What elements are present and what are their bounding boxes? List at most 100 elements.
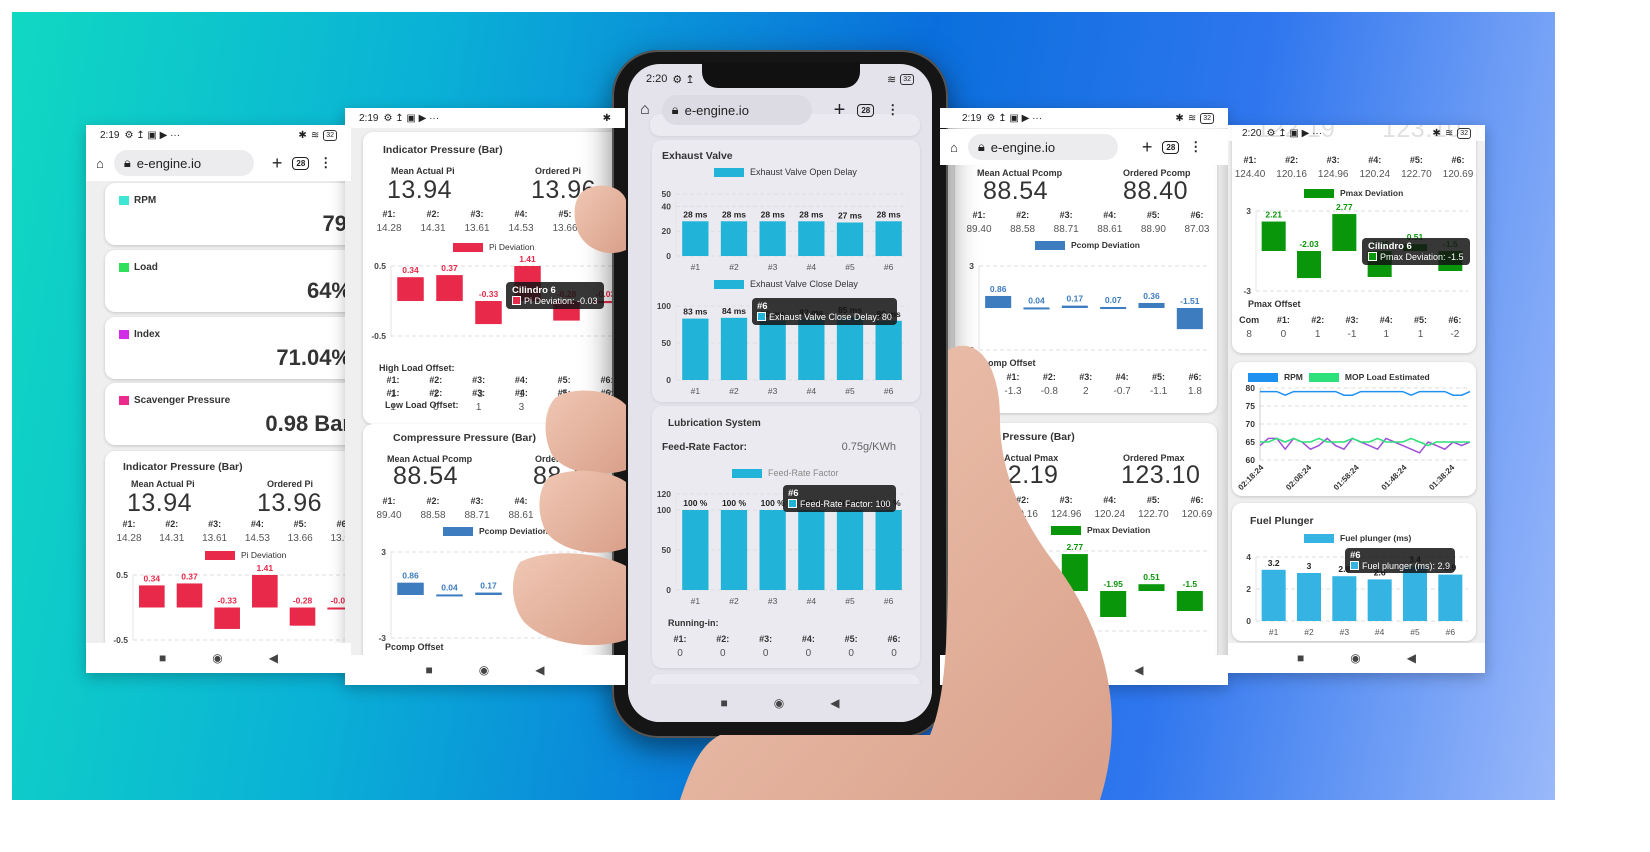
cylinder-value: 0 bbox=[433, 402, 439, 413]
bar-value-label: -1.5 bbox=[1183, 579, 1198, 589]
bar bbox=[1296, 251, 1322, 279]
back-button[interactable]: ◀ bbox=[1407, 651, 1416, 665]
cylinder-item: #6: 87.03 bbox=[1179, 210, 1215, 235]
new-tab-icon[interactable]: + bbox=[272, 153, 283, 174]
home-icon[interactable]: ⌂ bbox=[96, 156, 104, 171]
menu-icon[interactable]: ⋮ bbox=[1189, 139, 1202, 155]
home-button[interactable]: ◉ bbox=[479, 663, 489, 677]
back-button[interactable]: ◀ bbox=[535, 663, 544, 677]
running-in-label: Running-in: bbox=[668, 618, 719, 628]
bar-value-label: 1.41 bbox=[257, 563, 274, 573]
tab-count-button[interactable]: 28 bbox=[1162, 140, 1180, 154]
home-button[interactable]: ◉ bbox=[1078, 663, 1088, 677]
ordered-value: 13.96 bbox=[257, 489, 323, 517]
card-title: Exhaust Valve bbox=[662, 150, 733, 162]
home-button[interactable]: ◉ bbox=[774, 696, 784, 710]
cylinder-label: #6: bbox=[1451, 155, 1465, 165]
recents-button[interactable]: ■ bbox=[426, 663, 433, 677]
x-tick-label: #6 bbox=[1446, 627, 1456, 637]
pcomp-deviation-chart: 3-30.860.04 0.17 0.07 0.36-1.51 bbox=[378, 547, 625, 642]
x-tick-label: #6 bbox=[884, 262, 894, 272]
recents-button[interactable]: ■ bbox=[721, 696, 728, 710]
menu-icon[interactable]: ⋮ bbox=[886, 102, 899, 118]
new-tab-icon[interactable]: + bbox=[834, 99, 846, 122]
wifi-icon: ≋ bbox=[886, 73, 897, 86]
cylinder-value: 0 bbox=[762, 648, 769, 659]
back-button[interactable]: ◀ bbox=[1134, 663, 1143, 677]
cylinder-value: 13.66 bbox=[287, 533, 313, 544]
home-icon[interactable]: ⌂ bbox=[640, 101, 650, 119]
status-icons: ⚙ ↥ ▣ ▶ ··· bbox=[383, 112, 440, 124]
tooltip-title: #6 bbox=[1350, 550, 1361, 561]
cylinder-value: 14.31 bbox=[420, 223, 446, 234]
pcomp-card: Mean Actual Pcomp 88.54 Ordered Pcomp 88… bbox=[955, 158, 1217, 413]
cylinder-value: 14.28 bbox=[116, 533, 142, 544]
cylinder-label: #3: bbox=[470, 209, 484, 219]
android-nav-bar: ■ ◉ ◀ bbox=[345, 655, 625, 685]
bar bbox=[1438, 574, 1463, 621]
chart-tooltip: #6 Fuel plunger (ms): 2.9 bbox=[1345, 548, 1456, 573]
cylinder-item: #4: 1 bbox=[1369, 315, 1403, 340]
home-button[interactable]: ◉ bbox=[1350, 651, 1360, 665]
bar-value-label: -2.03 bbox=[1299, 239, 1319, 249]
home-icon[interactable]: ⌂ bbox=[950, 140, 958, 155]
legend-label: Pcomp Deviation bbox=[479, 526, 548, 536]
tooltip-text: Fuel plunger (ms): 2.9 bbox=[1362, 561, 1451, 571]
chart-tooltip: #6 Feed-Rate Factor: 100 bbox=[783, 485, 896, 512]
cylinder-label: #4: bbox=[1103, 210, 1117, 220]
kpi-value: 0.98 Bar bbox=[265, 411, 351, 436]
load-swatch bbox=[119, 263, 129, 272]
back-button[interactable]: ◀ bbox=[269, 651, 278, 665]
home-button[interactable]: ◉ bbox=[212, 651, 222, 665]
recents-button[interactable]: ■ bbox=[1025, 663, 1032, 677]
wifi-icon: ≋ bbox=[1187, 112, 1197, 124]
bar bbox=[1367, 579, 1392, 621]
x-tick-label: #1 bbox=[691, 386, 701, 396]
new-tab-icon[interactable]: + bbox=[1142, 137, 1153, 158]
address-bar[interactable]: 🔒︎ e-engine.io bbox=[661, 95, 812, 125]
bar bbox=[836, 222, 864, 256]
screen-dashboard-kpis: 2:19 ⚙ ↥ ▣ ▶ ··· ✱ ≋ 32 ⌂ 🔒︎ e-engine.io + … bbox=[86, 125, 351, 673]
recents-button[interactable]: ■ bbox=[1297, 651, 1304, 665]
bar-value-label: 2.21 bbox=[1265, 210, 1282, 220]
bar-value-label: 28 ms bbox=[877, 209, 901, 219]
legend-swatch bbox=[443, 526, 473, 536]
address-bar[interactable]: 🔒︎ e-engine.io bbox=[967, 134, 1118, 160]
cylinder-item: #4: 14.53 bbox=[503, 209, 539, 234]
y-tick-label: -0.5 bbox=[371, 331, 386, 340]
mean-value: 88.54 bbox=[393, 462, 459, 490]
bar-value-label: 27 ms bbox=[838, 211, 862, 221]
bar bbox=[682, 221, 709, 256]
bar bbox=[475, 592, 502, 595]
menu-icon[interactable]: ⋮ bbox=[319, 155, 332, 171]
back-button[interactable]: ◀ bbox=[830, 696, 839, 710]
tab-count-button[interactable]: 28 bbox=[857, 103, 875, 117]
x-tick-label: 01:48:24 bbox=[1380, 463, 1409, 492]
bluetooth-icon: ✱ bbox=[298, 129, 307, 141]
bar bbox=[475, 301, 502, 325]
cylinder-value: 88.90 bbox=[1140, 224, 1166, 235]
cylinder-label: #2: bbox=[716, 634, 730, 644]
cylinder-label: #5: bbox=[1146, 495, 1160, 505]
lock-icon: 🔒︎ bbox=[977, 139, 985, 154]
recents-button[interactable]: ■ bbox=[159, 651, 166, 665]
pmax-card: Max Pressure (Bar) Mean Actual Pmax 122.… bbox=[955, 423, 1217, 663]
screen-pcomp-pmax: 2:19 ⚙ ↥ ▣ ▶ ··· ✱ ≋ 32 ⌂ 🔒︎ e-engine.io + … bbox=[940, 108, 1228, 685]
bar bbox=[720, 221, 748, 256]
tab-count-button[interactable]: 28 bbox=[292, 156, 310, 170]
x-tick-label: #4 bbox=[807, 386, 817, 396]
bar bbox=[798, 510, 825, 590]
bar-value-label: -2.03 bbox=[1027, 579, 1047, 589]
bar-value-label: 0.51 bbox=[1143, 572, 1160, 582]
url-text: e-engine.io bbox=[136, 155, 202, 171]
y-tick-label: 20 bbox=[662, 226, 672, 236]
x-tick-label: 02:08:24 bbox=[1284, 463, 1313, 492]
bar-value-label: -0.33 bbox=[479, 289, 499, 299]
bar-value-label: 2.21 bbox=[990, 550, 1007, 560]
cylinder-value: 2 bbox=[1083, 386, 1089, 397]
cylinder-item: #4: -0.7 bbox=[1104, 372, 1140, 397]
address-bar[interactable]: 🔒︎ e-engine.io bbox=[113, 150, 254, 176]
x-tick-label: #3 bbox=[768, 596, 778, 606]
cylinder-label: #5: bbox=[557, 375, 571, 385]
series-line bbox=[1259, 437, 1471, 454]
